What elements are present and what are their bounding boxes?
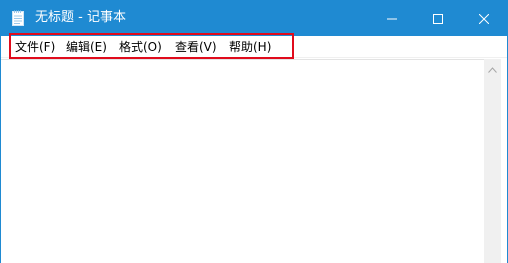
minimize-button[interactable] — [369, 0, 415, 36]
title-bar[interactable]: 无标题 - 记事本 — [1, 0, 507, 36]
menu-format[interactable]: 格式(O) — [119, 38, 162, 56]
minimize-icon — [387, 9, 397, 28]
notepad-icon — [12, 10, 24, 26]
close-icon — [478, 9, 490, 28]
maximize-icon — [433, 9, 443, 28]
close-button[interactable] — [461, 0, 507, 36]
vertical-scrollbar[interactable] — [484, 59, 501, 263]
notepad-window: 无标题 - 记事本 文件(F) 编辑(E) 格式(O) 查看(V) 帮助(H) — [0, 0, 508, 263]
menu-edit[interactable]: 编辑(E) — [66, 38, 107, 56]
chevron-up-icon — [488, 58, 497, 77]
window-title: 无标题 - 记事本 — [35, 10, 126, 25]
maximize-button[interactable] — [415, 0, 461, 36]
menu-help[interactable]: 帮助(H) — [229, 38, 271, 56]
scroll-up-button[interactable] — [484, 59, 501, 76]
menu-file[interactable]: 文件(F) — [15, 38, 55, 56]
menu-bar: 文件(F) 编辑(E) 格式(O) 查看(V) 帮助(H) — [1, 36, 507, 58]
menu-view[interactable]: 查看(V) — [175, 38, 217, 56]
text-editor-area[interactable] — [1, 59, 484, 263]
